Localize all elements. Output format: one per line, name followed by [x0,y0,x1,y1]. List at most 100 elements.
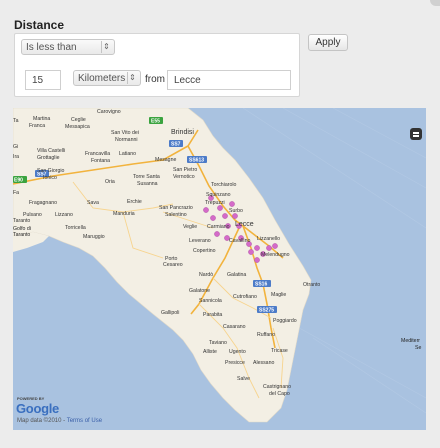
place-label: Ceglie [71,117,86,123]
place-label: Maruggio [83,234,105,240]
result-pin [248,249,254,255]
place-label: Sava [87,200,99,206]
map-credits: Map data ©2010 - Terms of Use [17,418,102,424]
place-label: Trepuzzi [205,200,225,206]
place-label: Fragagnano [29,200,57,206]
place-label: Manduria [113,211,135,217]
place-label: Susanna [137,181,158,187]
place-label: San Pietro [173,167,197,173]
place-label: Leverano [189,238,211,244]
place-label: Presicce [225,360,245,366]
place-label: Torricella [65,225,86,231]
place-label: Poggiardo [273,318,297,324]
place-label: Lizzano [55,212,73,218]
place-label: Copertino [193,248,216,254]
terms-of-use-link[interactable]: Terms of Use [67,418,102,424]
select-arrows-icon: ⇕ [127,72,137,84]
place-label: del Capo [269,391,290,397]
road-label: E55 [151,119,160,125]
place-label: Gallipoli [161,310,179,316]
road-label: E90 [14,178,23,184]
place-label: Nardò [199,272,213,278]
result-pin [222,213,228,219]
result-pin [254,245,260,251]
place-label: Cesareo [163,262,183,268]
place-label: Salve [237,376,250,382]
road-label: SS613 [189,158,204,164]
distance-filter-panel: Is less than ⇕ 15 Kilometers ⇕ from Lecc… [14,33,300,97]
place-label: Normanni [115,137,138,143]
result-pin [229,201,235,207]
from-label: from [145,74,165,85]
place-label: Se [415,345,421,351]
place-label: Squinzano [206,192,231,198]
operator-select-value: Is less than [26,42,77,53]
place-label: Castrignano [263,384,291,390]
place-label: Salentino [165,212,187,218]
window-corner [430,0,440,6]
distance-input[interactable]: 15 [25,70,61,90]
place-label: Taranto [13,218,30,224]
result-pin [254,257,260,263]
place-label: Ruffano [257,332,275,338]
result-pin [217,205,223,211]
place-label: Cavallino [229,238,250,244]
place-label: San Giorgio [37,168,65,174]
place-label: Fa [13,190,19,196]
map-data-text: Map data ©2010 - [17,418,66,424]
road-label: SS275 [259,308,274,314]
place-label: Vernotico [173,174,195,180]
place-label: Otranto [303,282,320,288]
place-label: Taranto [13,232,30,238]
place-input[interactable]: Lecce [167,70,291,90]
place-label: Parabita [203,312,222,318]
road-label: SS7 [171,142,181,148]
place-label: Carmiano [207,224,230,230]
map-canvas: SS7 E55 SS613 E90 SS7 SS16 SS275 Carovig… [13,108,426,423]
place-label: Maglie [271,292,286,298]
place-label: Veglie [183,224,197,230]
place-label: Tricase [271,348,288,354]
place-label: Francavilla [85,151,110,157]
place-label: Gi [13,144,18,150]
google-logo: Google [16,401,59,416]
place-label: Ugento [229,349,246,355]
place-label: Torchiarolo [211,182,236,188]
result-pin [272,243,278,249]
place-label: Martina [33,116,50,122]
place-label: Melendugno [261,252,290,258]
result-pin [214,231,220,237]
map-layers-button[interactable] [410,128,422,140]
result-pin [232,213,238,219]
operator-select[interactable]: Is less than ⇕ [21,39,115,55]
place-label: Alessano [253,360,274,366]
unit-select[interactable]: Kilometers ⇕ [73,70,141,86]
place-label: Alliste [203,349,217,355]
place-label: San Pancrazio [159,205,193,211]
place-label: Carovigno [97,109,121,115]
place-label: Taviano [209,340,227,346]
place-label: Torre Santa [133,174,160,180]
place-label: Surbo [229,208,243,214]
place-label: San Vito dei [111,130,139,136]
place-label: Franca [29,123,45,129]
place-label: Galatone [189,288,210,294]
place-label: Brindisi [171,129,194,136]
place-label: Lizzanello [257,236,280,242]
place-label: Erchie [127,199,142,205]
place-label: Latiano [119,151,136,157]
road-label: SS16 [255,282,267,288]
apply-button[interactable]: Apply [308,34,348,51]
map-view[interactable]: SS7 E55 SS613 E90 SS7 SS16 SS275 Carovig… [13,108,426,430]
place-label: Ta [13,118,19,124]
place-label: Mediterr [401,338,420,344]
unit-select-value: Kilometers [78,73,126,84]
place-label: Grottaglie [37,155,60,161]
place-label: Galatina [227,272,246,278]
place-label: Ira [13,154,19,160]
select-arrows-icon: ⇕ [101,41,111,53]
place-label: Lecce [235,221,254,228]
place-label: Cutrofiano [233,294,257,300]
place-label: Villa Castelli [37,148,65,154]
place-label: Sannicola [199,298,222,304]
